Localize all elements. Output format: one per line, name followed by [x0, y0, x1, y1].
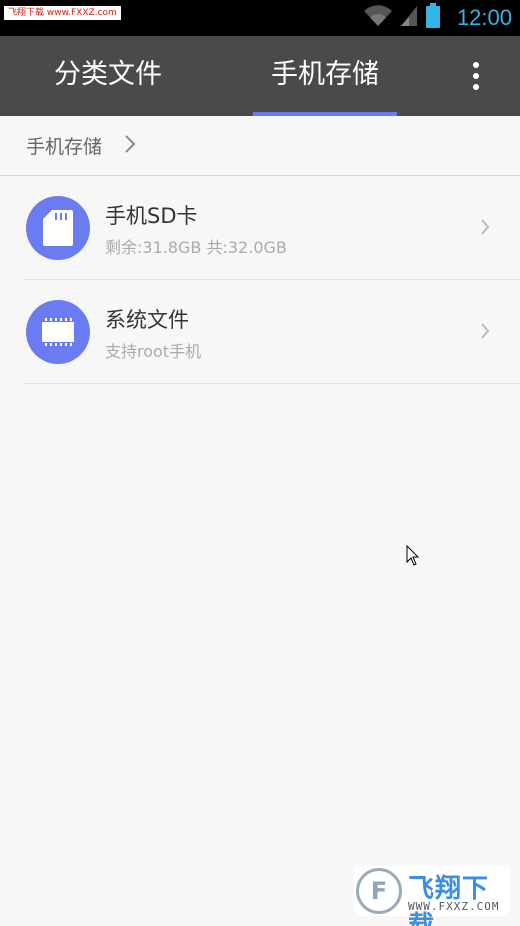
cursor-icon [406, 544, 420, 571]
list-item-system-files[interactable]: 系统文件 支持root手机 [0, 280, 520, 384]
chevron-right-icon [480, 322, 490, 344]
divider [24, 383, 520, 384]
status-time: 12:00 [456, 5, 512, 30]
breadcrumb: 手机存储 [0, 116, 520, 176]
chip-icon [26, 300, 90, 364]
watermark-text: 飞翔下载 [408, 874, 490, 926]
tab-bar: 分类文件 手机存储 [0, 36, 520, 116]
item-title: 系统文件 [105, 308, 189, 332]
status-icons: 12:00 [363, 0, 512, 36]
chevron-right-icon [480, 218, 490, 240]
more-vertical-icon [473, 62, 479, 68]
sd-card-icon [26, 196, 90, 260]
fxxz-logo-icon: F [356, 868, 402, 914]
chevron-right-icon [124, 134, 136, 158]
item-subtitle: 支持root手机 [105, 342, 202, 361]
watermark-logo: F 飞翔下载 WWW.FXXZ.COM [354, 866, 510, 926]
watermark-badge: 飞翔下载 www.FXXZ.com [4, 6, 121, 20]
tab-categorized-files[interactable]: 分类文件 [0, 36, 216, 116]
breadcrumb-item-phone-storage[interactable]: 手机存储 [26, 132, 102, 159]
watermark-url: WWW.FXXZ.COM [408, 900, 500, 913]
tab-phone-storage[interactable]: 手机存储 [253, 36, 397, 116]
item-subtitle: 剩余:31.8GB 共:32.0GB [105, 238, 287, 257]
signal-icon [399, 4, 419, 32]
status-bar: 飞翔下载 www.FXXZ.com 12:00 [0, 0, 520, 36]
list-item-sd-card[interactable]: 手机SD卡 剩余:31.8GB 共:32.0GB [0, 176, 520, 280]
battery-icon [425, 3, 441, 33]
more-menu-button[interactable] [456, 56, 496, 96]
item-title: 手机SD卡 [105, 204, 198, 228]
wifi-icon [363, 4, 393, 32]
